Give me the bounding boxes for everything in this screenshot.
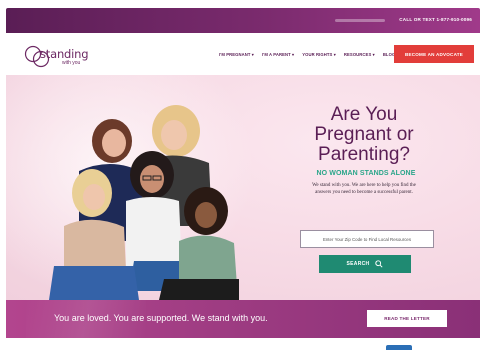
call-or-text-link[interactable]: CALL OR TEXT 1-877-910-0096: [399, 17, 472, 22]
hero-tagline: NO WOMAN STANDS ALONE: [316, 170, 416, 177]
support-banner: You are loved. You are supported. We sta…: [6, 300, 480, 338]
chat-widget-tab[interactable]: [386, 345, 412, 350]
become-advocate-button[interactable]: BECOME AN ADVOCATE: [394, 45, 474, 63]
search-button-label: SEARCH: [346, 261, 370, 267]
zip-code-input[interactable]: Enter Your Zip Code to Find Local Resour…: [300, 230, 434, 248]
logo-wordmark[interactable]: standing: [40, 47, 89, 61]
nav-item-pregnant[interactable]: I'M PREGNANT ▾: [219, 52, 254, 57]
nav-item-rights[interactable]: YOUR RIGHTS ▾: [302, 52, 336, 57]
nav-item-resources[interactable]: RESOURCES ▾: [344, 52, 375, 57]
main-nav: I'M PREGNANT ▾ I'M A PARENT ▾ YOUR RIGHT…: [219, 52, 395, 57]
women-group-photo: [49, 105, 239, 300]
banner-message: You are loved. You are supported. We sta…: [54, 313, 268, 323]
headline-line: Pregnant or: [314, 124, 414, 145]
hero-headline: Are You Pregnant or Parenting?: [304, 105, 424, 165]
headline-line: Parenting?: [318, 144, 410, 165]
logo-subtitle: with you: [62, 60, 81, 66]
page-frame: CALL OR TEXT 1-877-910-0096 standing wit…: [6, 8, 480, 350]
top-bar-decoration: [335, 19, 385, 22]
headline-line: Are You: [330, 104, 398, 125]
read-letter-button[interactable]: READ THE LETTER: [367, 310, 447, 327]
hero-section: Are You Pregnant or Parenting? NO WOMAN …: [6, 75, 480, 300]
hero-description: We stand with you. We are here to help y…: [312, 183, 416, 196]
site-header: standing with you I'M PREGNANT ▾ I'M A P…: [6, 33, 480, 75]
nav-item-parent[interactable]: I'M A PARENT ▾: [262, 52, 294, 57]
search-button[interactable]: SEARCH: [319, 255, 411, 273]
top-bar: CALL OR TEXT 1-877-910-0096: [6, 8, 480, 33]
search-icon: [375, 260, 383, 268]
